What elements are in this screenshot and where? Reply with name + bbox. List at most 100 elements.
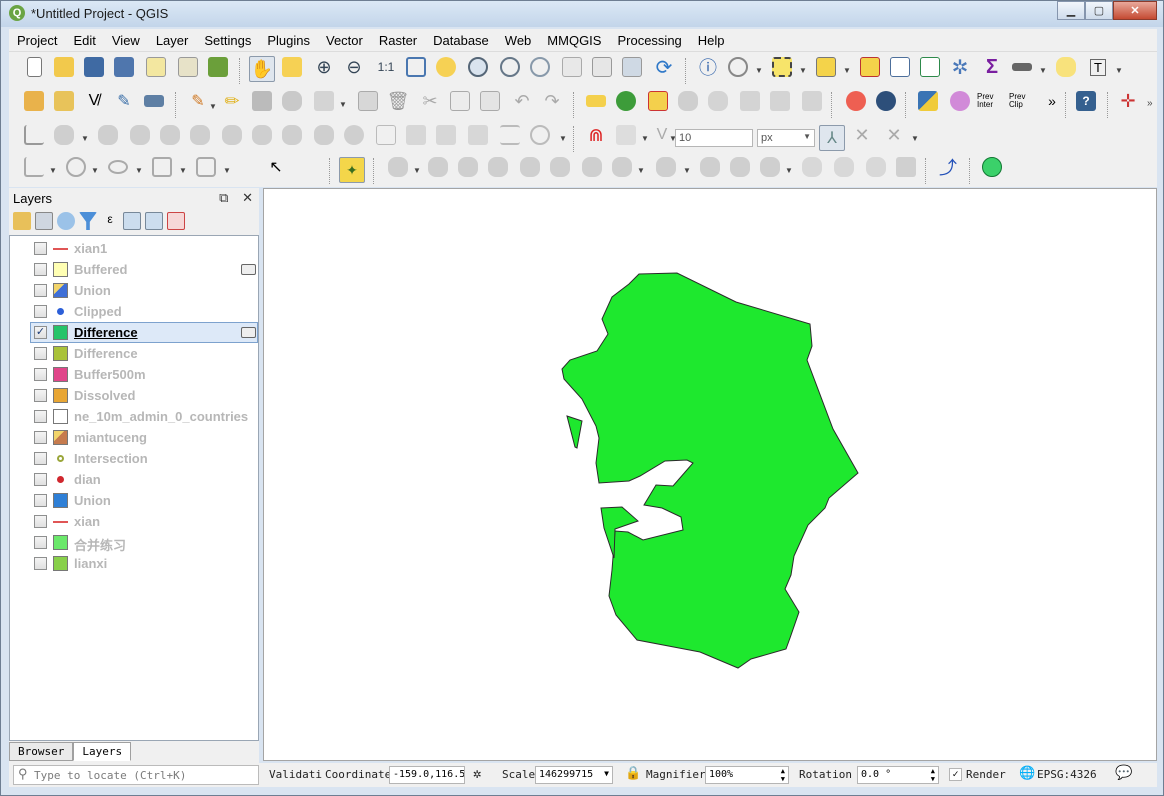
rotate-label-icon[interactable] xyxy=(767,88,793,114)
scale-combo[interactable]: 146299715 ▼ xyxy=(535,766,613,784)
delete-selected-icon[interactable]: 🗑 xyxy=(385,88,411,114)
plugin-toggle-icon[interactable]: ✦ xyxy=(339,157,365,183)
open-project-icon[interactable] xyxy=(51,54,77,80)
remove-layer-icon[interactable] xyxy=(167,212,185,230)
layer-symbol-fill-icon[interactable] xyxy=(53,409,68,424)
green-cloud-plugin-icon[interactable] xyxy=(979,154,1005,180)
attribute-table-icon[interactable] xyxy=(887,54,913,80)
circular-string-icon[interactable] xyxy=(527,122,553,148)
save-as-icon[interactable] xyxy=(111,54,137,80)
more-tools-chevron-icon[interactable]: » xyxy=(1039,88,1065,114)
layer-visibility-checkbox[interactable] xyxy=(34,431,47,444)
identify-features-icon[interactable]: ⓘ xyxy=(695,54,721,80)
layer-symbol-raster-icon[interactable] xyxy=(53,430,68,445)
layer-symbol-point-hollow-icon[interactable] xyxy=(57,455,64,462)
show-bookmarks-icon[interactable] xyxy=(619,54,645,80)
select-features-icon[interactable] xyxy=(769,54,795,80)
new-project-icon[interactable] xyxy=(21,54,47,80)
menu-settings[interactable]: Settings xyxy=(196,33,259,48)
zoom-to-layer-icon[interactable] xyxy=(465,54,491,80)
snapping-mode-icon[interactable] xyxy=(613,122,639,148)
layer-visibility-checkbox[interactable] xyxy=(34,410,47,423)
vertex-tool-icon[interactable] xyxy=(311,88,337,114)
difference-polygon-main[interactable] xyxy=(561,272,859,669)
layer-diagram-icon[interactable] xyxy=(613,88,639,114)
show-hide-labels-icon[interactable] xyxy=(705,88,731,114)
avoid-overlap-icon[interactable]: ✕ xyxy=(849,122,875,148)
open-layer-styling-icon[interactable] xyxy=(13,212,31,230)
geometry-overlay-icon[interactable] xyxy=(947,88,973,114)
layer-item[interactable]: Difference xyxy=(10,343,258,364)
run-feature-action-icon[interactable] xyxy=(725,54,751,80)
vector-tool-3-icon[interactable] xyxy=(455,154,481,180)
split-parts-icon[interactable] xyxy=(341,122,367,148)
crs-label[interactable]: EPSG:4326 xyxy=(1037,768,1097,781)
layer-symbol-fill-icon[interactable] xyxy=(53,556,68,571)
layer-visibility-checkbox[interactable] xyxy=(34,389,47,402)
collapse-all-icon[interactable] xyxy=(145,212,163,230)
save-project-icon[interactable] xyxy=(81,54,107,80)
layer-item[interactable]: dian xyxy=(10,469,258,490)
menu-project[interactable]: Project xyxy=(9,33,65,48)
offset-point-symbols-icon[interactable] xyxy=(465,122,491,148)
layer-item[interactable]: Union xyxy=(10,280,258,301)
layer-item[interactable]: xian1 xyxy=(10,238,258,259)
split-features-icon[interactable] xyxy=(311,122,337,148)
manage-visibility-icon[interactable] xyxy=(57,212,75,230)
zoom-last-icon[interactable] xyxy=(497,54,523,80)
copy-features-icon[interactable] xyxy=(447,88,473,114)
rotation-spinbox[interactable]: 0.0 ° ▲ ▼ xyxy=(857,766,939,784)
layer-visibility-checkbox[interactable] xyxy=(34,242,47,255)
messages-icon[interactable]: 💬 xyxy=(1115,765,1132,781)
new-shapefile-layer-icon[interactable]: V̸ xyxy=(81,88,107,114)
merge-attributes-icon[interactable] xyxy=(403,122,429,148)
menu-layer[interactable]: Layer xyxy=(148,33,197,48)
layer-visibility-checkbox[interactable] xyxy=(34,284,47,297)
layer-visibility-checkbox[interactable] xyxy=(34,494,47,507)
layer-item[interactable]: 合并练习 xyxy=(10,532,258,553)
layer-symbol-point-icon[interactable] xyxy=(57,308,64,315)
snap-intersections-icon[interactable]: ✕ xyxy=(881,122,907,148)
layer-visibility-checkbox[interactable] xyxy=(34,263,47,276)
minimize-button[interactable]: ▁ xyxy=(1057,1,1085,20)
vector-tool-13-icon[interactable] xyxy=(799,154,825,180)
digitize-angle-icon[interactable] xyxy=(21,122,47,148)
vector-tool-1-icon[interactable] xyxy=(385,154,411,180)
layer-symbol-line-icon[interactable] xyxy=(53,248,68,250)
add-rectangle-icon[interactable] xyxy=(149,154,175,180)
layer-symbol-fill-icon[interactable] xyxy=(53,325,68,340)
layer-item[interactable]: Buffered xyxy=(10,259,258,280)
reverse-line-icon[interactable] xyxy=(279,122,305,148)
select-by-value-icon[interactable] xyxy=(813,54,839,80)
filter-by-expression-icon[interactable]: ε xyxy=(101,212,119,230)
menu-view[interactable]: View xyxy=(104,33,148,48)
new-map-view-icon[interactable] xyxy=(559,54,585,80)
bookmark-new-icon[interactable] xyxy=(589,54,615,80)
vector-tool-7-icon[interactable] xyxy=(579,154,605,180)
data-source-manager-icon[interactable] xyxy=(21,88,47,114)
layer-visibility-checkbox[interactable] xyxy=(34,473,47,486)
prev-clip-button[interactable]: Prev Clip xyxy=(1009,88,1035,114)
highlight-pinned-labels-icon[interactable] xyxy=(675,88,701,114)
zoom-in-icon[interactable]: ⊕ xyxy=(311,54,337,80)
zoom-to-selection-icon[interactable] xyxy=(433,54,459,80)
pin-labels-icon[interactable] xyxy=(645,88,671,114)
menu-vector[interactable]: Vector xyxy=(318,33,371,48)
menu-help[interactable]: Help xyxy=(690,33,733,48)
add-part-icon[interactable] xyxy=(95,122,121,148)
zoom-out-icon[interactable]: ⊖ xyxy=(341,54,367,80)
coordinate-toggle-icon[interactable]: ✲ xyxy=(473,766,481,782)
vector-tool-4-icon[interactable] xyxy=(485,154,511,180)
vector-tool-8-icon[interactable] xyxy=(609,154,635,180)
filter-legend-icon[interactable] xyxy=(79,212,97,230)
crs-globe-icon[interactable]: 🌐 xyxy=(1019,766,1035,781)
vector-tool-9-icon[interactable] xyxy=(653,154,679,180)
expand-all-icon[interactable] xyxy=(123,212,141,230)
current-edits-icon[interactable]: ✎ xyxy=(185,88,211,114)
delete-part-icon[interactable] xyxy=(187,122,213,148)
measure-line-icon[interactable] xyxy=(1009,54,1035,80)
bezier-curve-icon[interactable]: ⤴ xyxy=(935,154,961,180)
locator-search-box[interactable]: ⚲ Type to locate (Ctrl+K) xyxy=(13,765,259,785)
layout-manager-icon[interactable] xyxy=(175,54,201,80)
menu-mmqgis[interactable]: MMQGIS xyxy=(539,33,609,48)
